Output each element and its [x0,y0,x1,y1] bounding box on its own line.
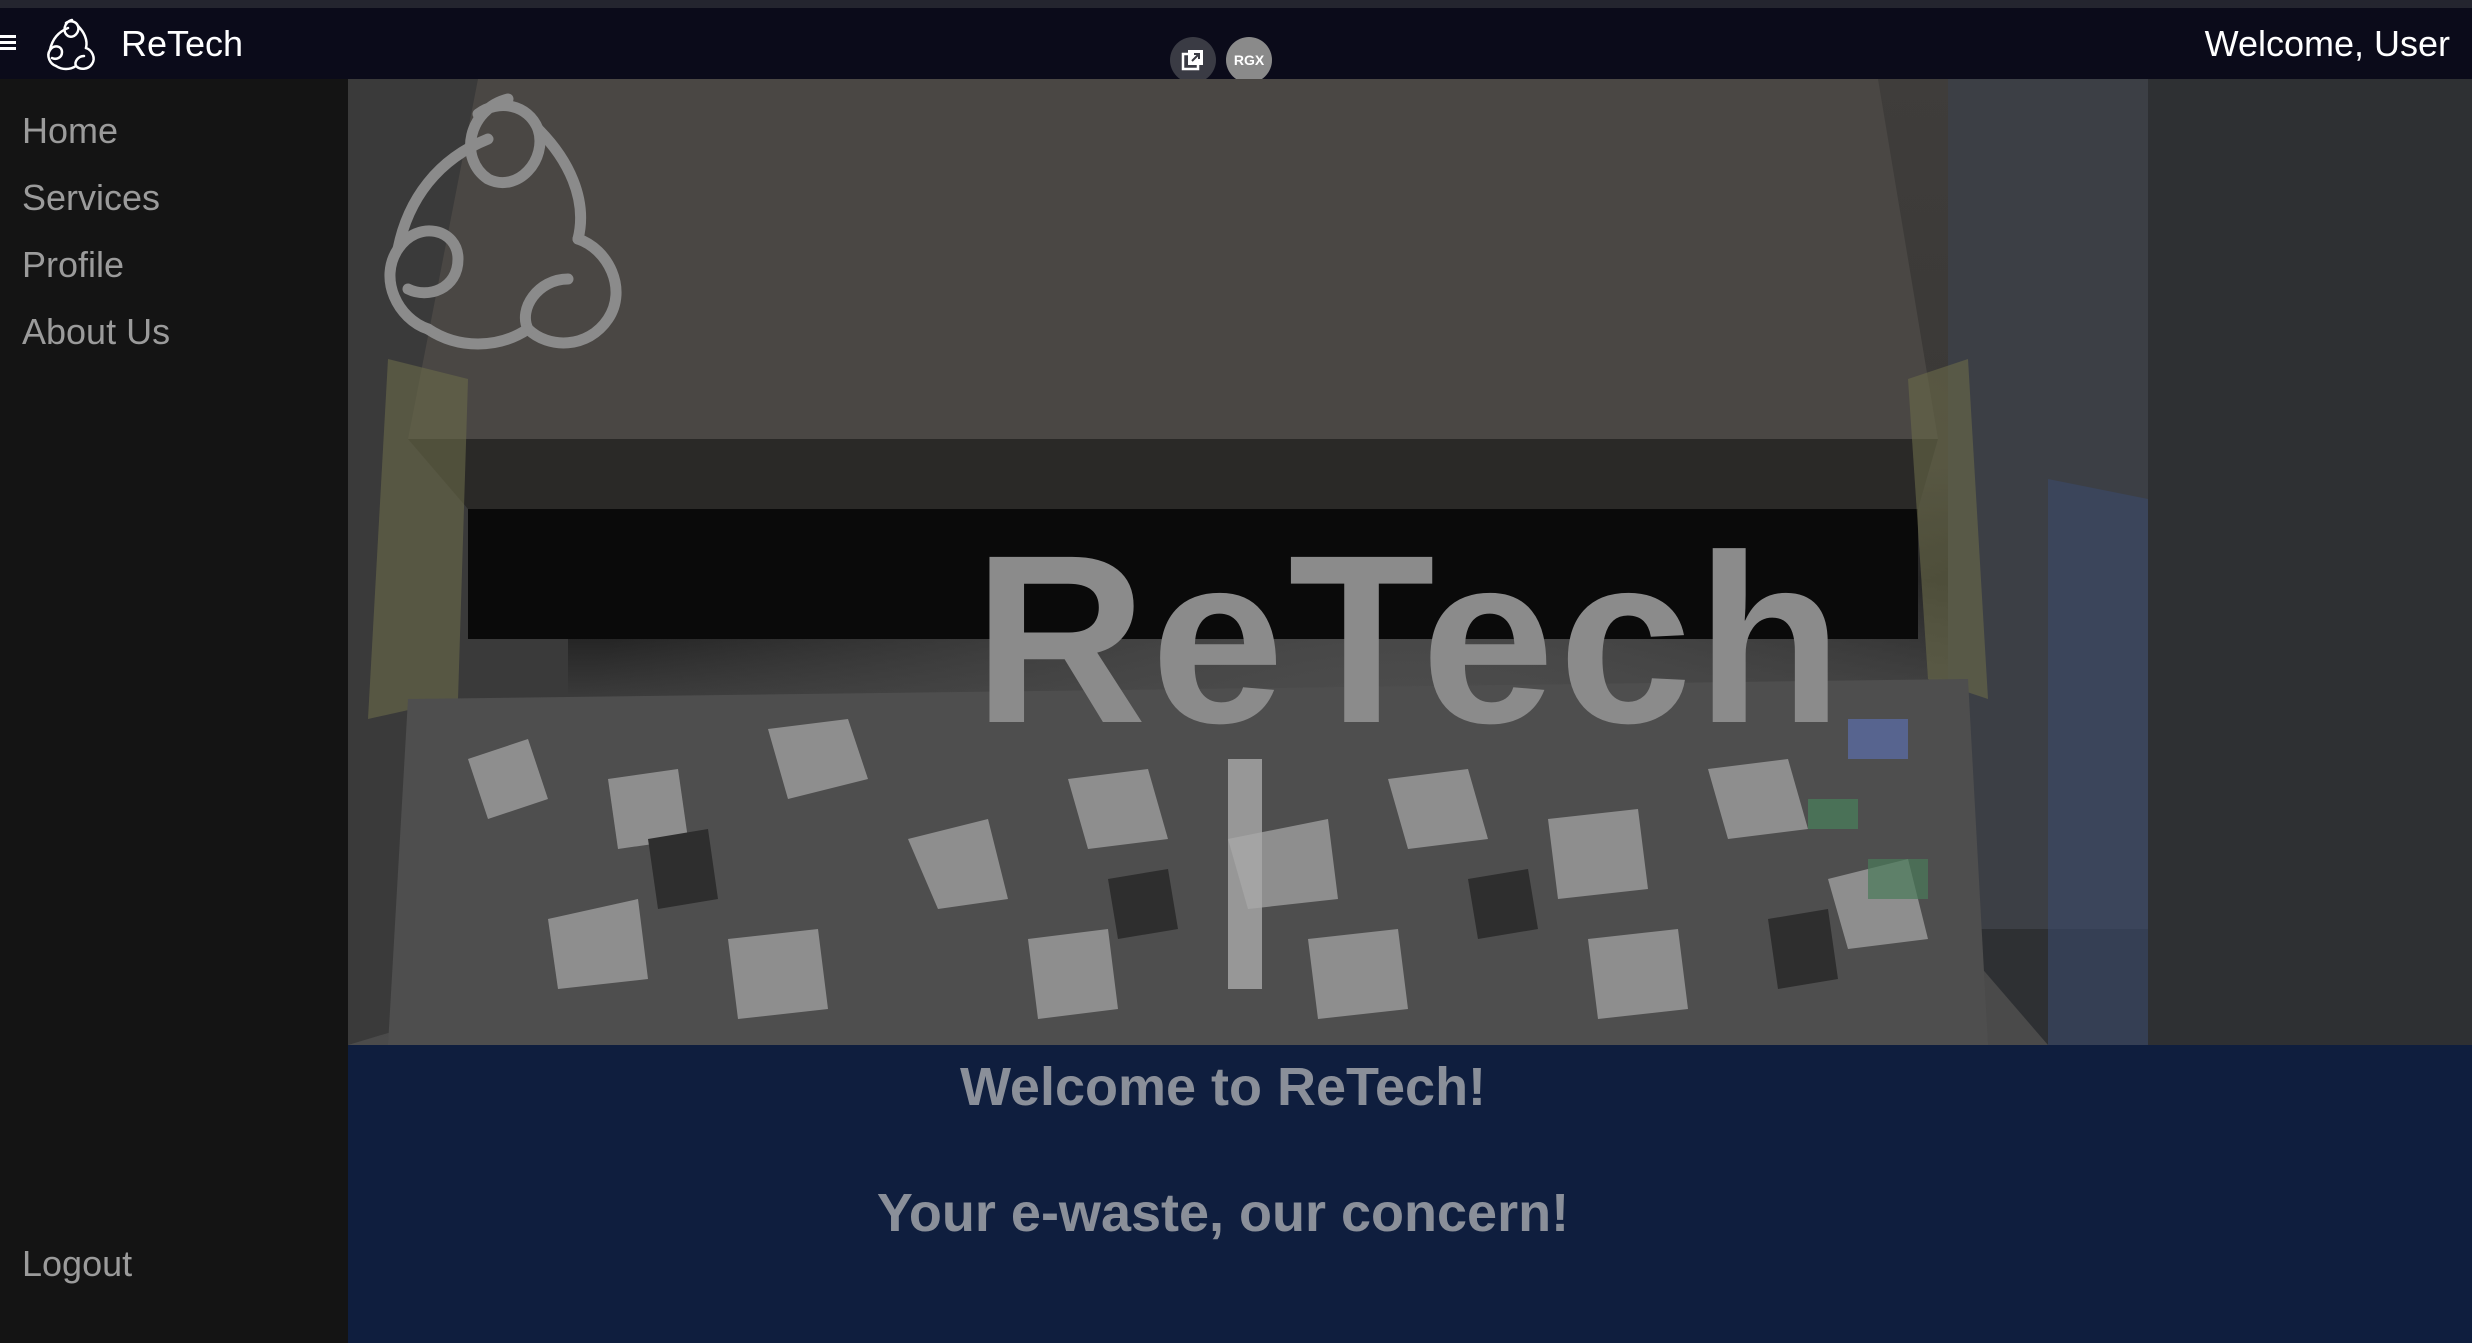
hero-title: ReTech [973,505,1847,773]
recycle-logo-icon[interactable] [40,14,104,78]
sidebar-item-home[interactable]: Home [22,109,118,153]
rgx-extension-icon[interactable]: RGX [1226,37,1272,83]
welcome-heading: Welcome to ReTech! [959,1057,1487,1117]
sidebar-item-about-us[interactable]: About Us [22,310,170,354]
hero-recycle-logo-icon [384,93,622,350]
sidebar: Home Services Profile About Us Logout [0,79,348,1343]
brand-name[interactable]: ReTech [121,22,243,66]
popout-icon[interactable] [1170,37,1216,83]
welcome-panel: Welcome to ReTech! Your e-waste, our con… [348,1045,2472,1343]
browser-top-strip [0,0,2472,8]
rgx-extension-label: RGX [1233,52,1265,68]
sidebar-item-services[interactable]: Services [22,176,160,220]
logout-link[interactable]: Logout [22,1242,132,1286]
sidebar-item-profile[interactable]: Profile [22,243,124,287]
hero-video: ReTech [348,79,2472,1045]
welcome-tagline: Your e-waste, our concern! [876,1183,1570,1243]
welcome-user-text: Welcome, User [2204,23,2450,64]
menu-icon[interactable] [0,31,18,55]
